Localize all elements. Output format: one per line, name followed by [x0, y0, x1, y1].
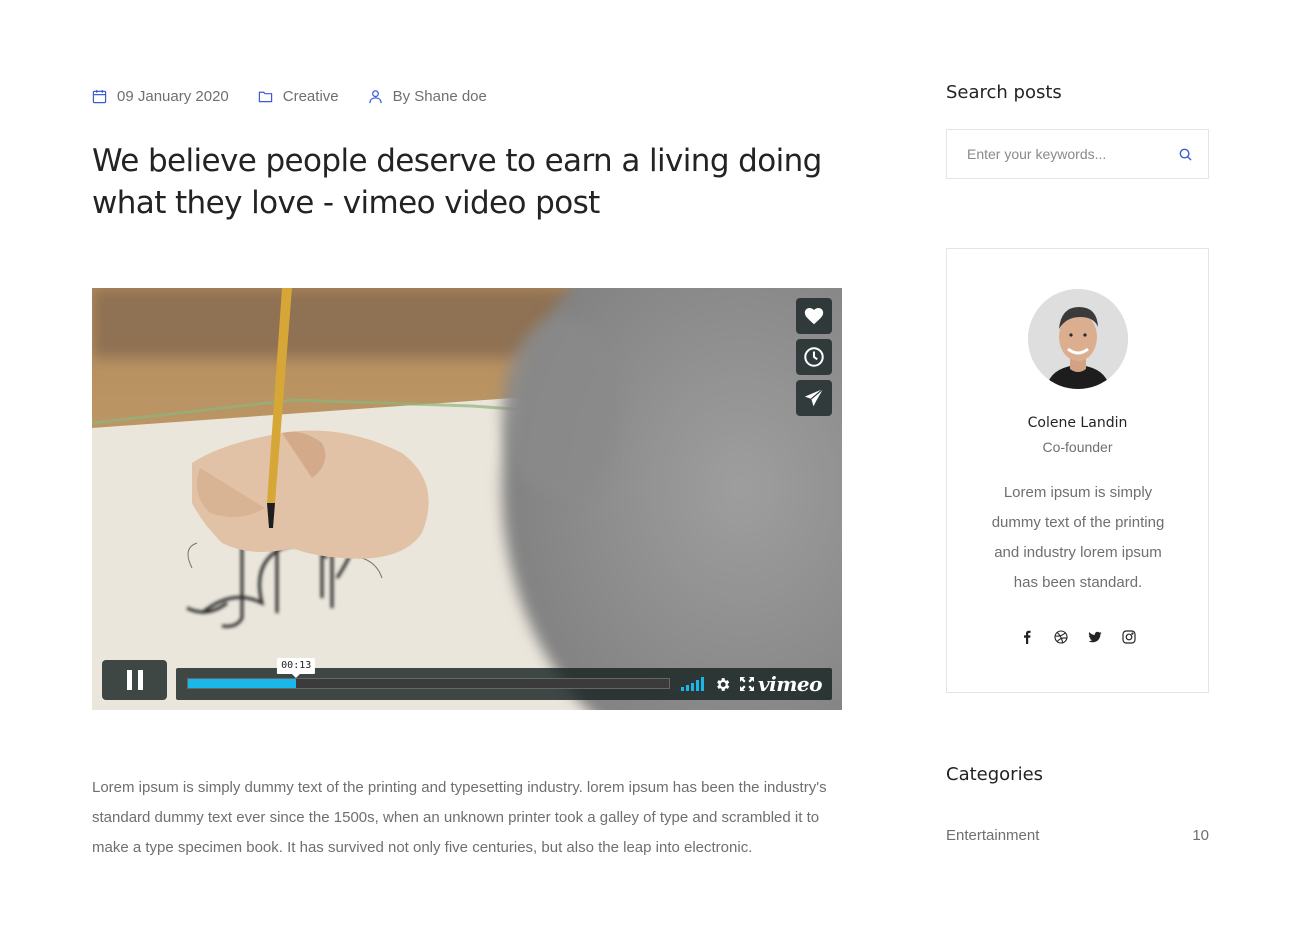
category-count: 10: [1192, 827, 1209, 844]
author-role: Co-founder: [1042, 439, 1113, 455]
categories-widget-title: Categories: [946, 764, 1044, 785]
share-button[interactable]: [796, 380, 832, 416]
fullscreen-icon: [740, 677, 754, 691]
twitter-link[interactable]: [1078, 629, 1112, 645]
post-date-link[interactable]: 09 January 2020: [92, 88, 229, 105]
volume-button[interactable]: [681, 668, 705, 700]
post-category: Creative: [282, 88, 339, 105]
search-widget-title: Search posts: [946, 82, 1062, 103]
video-frame: [92, 288, 842, 710]
facebook-icon: [1023, 630, 1031, 644]
dribbble-link[interactable]: [1044, 629, 1078, 645]
author-photo: [1028, 289, 1128, 389]
author-card: Colene Landin Co-founder Lorem ipsum is …: [946, 248, 1209, 693]
post-body-text: Lorem ipsum is simply dummy text of the …: [92, 779, 827, 856]
like-button[interactable]: [796, 298, 832, 334]
pause-icon: [126, 670, 143, 690]
video-current-time: 00:13: [277, 658, 316, 678]
paper-plane-icon: [804, 388, 824, 407]
watch-later-button[interactable]: [796, 339, 832, 375]
avatar: [1028, 289, 1128, 389]
search-input[interactable]: [947, 130, 1167, 178]
user-icon: [368, 90, 382, 104]
author-name: Colene Landin: [1027, 415, 1128, 431]
post-author-link[interactable]: By Shane doe: [368, 88, 487, 105]
post-meta: 09 January 2020 Creative By Shane doe: [92, 88, 516, 105]
clock-icon: [804, 347, 824, 367]
video-controlbar: 00:13 vimeo: [176, 658, 832, 700]
vimeo-logo[interactable]: vimeo: [758, 672, 822, 696]
video-progress-bar[interactable]: 00:13: [187, 658, 670, 689]
post-category-link[interactable]: Creative: [258, 88, 339, 105]
author-socials: [947, 629, 1208, 645]
video-progress-fill: [188, 679, 297, 688]
search-icon: [1179, 148, 1192, 161]
calendar-icon: [92, 89, 107, 104]
post-author: By Shane doe: [392, 88, 487, 105]
folder-icon: [258, 91, 272, 103]
category-item-entertainment[interactable]: Entertainment 10: [946, 827, 1209, 844]
pause-button[interactable]: [102, 660, 167, 700]
volume-icon: [681, 677, 704, 691]
settings-gear-icon: [717, 677, 730, 691]
post-date: 09 January 2020: [117, 88, 229, 105]
heart-icon: [804, 308, 824, 325]
dribbble-icon: [1053, 630, 1068, 644]
settings-button[interactable]: [714, 668, 731, 700]
search-button[interactable]: [1176, 145, 1194, 163]
post-title: We believe people deserve to earn a livi…: [92, 143, 822, 221]
facebook-link[interactable]: [1010, 629, 1044, 645]
author-bio: Lorem ipsum is simply dummy text of the …: [991, 484, 1165, 591]
twitter-icon: [1088, 631, 1102, 643]
instagram-icon: [1121, 630, 1136, 644]
instagram-link[interactable]: [1112, 629, 1146, 645]
search-form: [946, 129, 1209, 179]
video-player[interactable]: 00:13 vimeo: [92, 288, 842, 710]
category-name: Entertainment: [946, 827, 1040, 844]
fullscreen-button[interactable]: [740, 668, 754, 700]
